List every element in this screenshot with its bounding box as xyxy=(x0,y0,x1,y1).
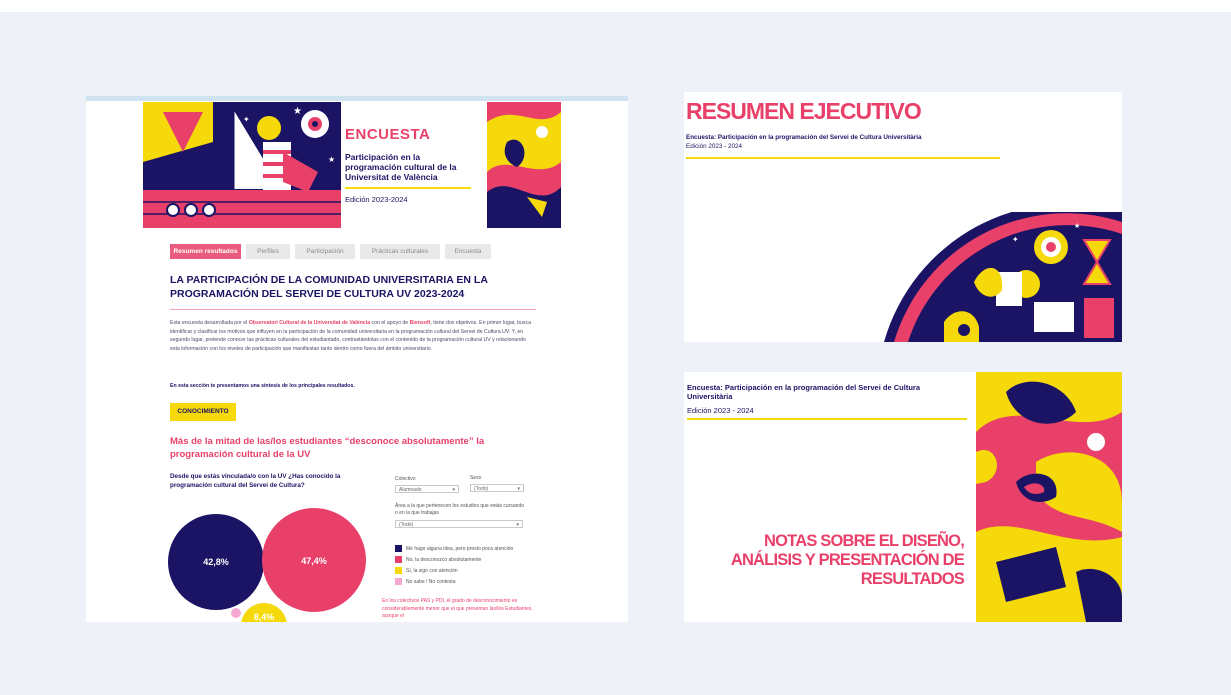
tab-bar: Resumen resultados Perfiles Participació… xyxy=(170,244,491,259)
hero-subtitle: Participación en la programación cultura… xyxy=(345,152,457,182)
intro-link-observatori[interactable]: Observatori Cultural de la Universitat d… xyxy=(249,320,370,326)
tab-perfiles[interactable]: Perfiles xyxy=(246,244,290,259)
svg-text:✦: ✦ xyxy=(1012,235,1019,244)
filter-sex-select[interactable]: (Todo) ▾ xyxy=(470,484,524,492)
legend-label: Sí, la sigo con atención xyxy=(406,567,458,574)
filter-collective-select[interactable]: Alumnado ▾ xyxy=(395,485,459,493)
chevron-down-icon: ▾ xyxy=(452,487,455,493)
section-badge: CONOCIMIENTO xyxy=(170,403,236,421)
filter-sex-label: Sexo xyxy=(470,475,482,481)
chevron-down-icon: ▾ xyxy=(516,522,519,528)
finding-headline: Más de la mitad de las/los estudiantes “… xyxy=(170,436,485,460)
slide-resumen-ejecutivo[interactable]: RESUMEN EJECUTIVO Encuesta: Participació… xyxy=(684,92,1122,342)
dashboard-topbar xyxy=(86,96,628,101)
hero-edition: Edición 2023-2024 xyxy=(345,195,408,204)
hero-divider xyxy=(345,187,471,189)
hero-title: ENCUESTA xyxy=(345,126,431,143)
svg-text:★: ★ xyxy=(293,106,302,117)
slide2-illustration xyxy=(976,372,1122,622)
hero-illustration-pattern xyxy=(487,102,561,228)
tab-practicas-culturales[interactable]: Prácticas culturales xyxy=(360,244,440,259)
slide2-edition: Edición 2023 - 2024 xyxy=(687,406,754,415)
main-title: LA PARTICIPACIÓN DE LA COMUNIDAD UNIVERS… xyxy=(170,274,488,300)
svg-text:★: ★ xyxy=(328,155,335,164)
slide2-divider xyxy=(687,418,967,420)
tab-encuesta[interactable]: Encuesta xyxy=(445,244,491,259)
tab-participacion[interactable]: Participación xyxy=(295,244,355,259)
legend-label: No sabe / No contesta xyxy=(406,578,456,585)
hero-illustration-ship: ★ ✦ ★ xyxy=(143,102,341,228)
filter-sex-value: (Todo) xyxy=(474,486,489,492)
legend-label: Me hago alguna idea, pero presto poca at… xyxy=(406,545,514,552)
slide2-title: NOTAS SOBRE EL DISEÑO, ANÁLISIS Y PRESEN… xyxy=(730,532,965,588)
bubble-label: 47,4% xyxy=(301,556,327,566)
tab-resumen-resultados[interactable]: Resumen resultados xyxy=(170,244,241,259)
slide1-illustration: ✦ ★ xyxy=(884,212,1122,342)
bubble-no-sabe[interactable] xyxy=(231,608,241,618)
dashboard-card: ★ ✦ ★ ENCUESTA Participación en la progr… xyxy=(86,96,628,622)
slide-notas-diseno[interactable]: Encuesta: Participación en la programaci… xyxy=(684,372,1122,622)
legend-swatch xyxy=(395,578,402,585)
svg-text:★: ★ xyxy=(1074,222,1080,230)
intro-link-biensoft[interactable]: Biensoft xyxy=(410,320,431,326)
title-divider xyxy=(170,309,536,310)
slide1-subtitle: Encuesta: Participación en la programaci… xyxy=(686,134,922,141)
chevron-down-icon: ▾ xyxy=(517,486,520,492)
legend-swatch xyxy=(395,556,402,563)
legend-item[interactable]: No, la desconozco absolutamente xyxy=(395,554,513,565)
legend-item[interactable]: Sí, la sigo con atención xyxy=(395,565,513,576)
chart-legend: Me hago alguna idea, pero presto poca at… xyxy=(395,543,513,587)
svg-text:✦: ✦ xyxy=(243,115,250,124)
intro-text-1: Esta encuesta desarrollada por el xyxy=(170,320,249,326)
intro-paragraph: Esta encuesta desarrollada por el Observ… xyxy=(170,319,532,353)
legend-label: No, la desconozco absolutamente xyxy=(406,556,482,563)
bubble-chart: 42,8% 47,4% 8,4% xyxy=(168,508,366,622)
filter-area-value: (Todo) xyxy=(399,522,414,528)
legend-item[interactable]: Me hago alguna idea, pero presto poca at… xyxy=(395,543,513,554)
filter-collective-value: Alumnado xyxy=(399,487,422,493)
legend-swatch xyxy=(395,567,402,574)
slide1-title: RESUMEN EJECUTIVO xyxy=(686,98,922,124)
filter-collective-label: Colectivo xyxy=(395,476,416,482)
filter-area-label: Área a la que pertenecen los estudios qu… xyxy=(395,503,524,516)
slide1-divider xyxy=(686,157,1000,159)
chart-footnote: En los colectivos PAS y PDI, el grado de… xyxy=(382,598,533,619)
legend-swatch xyxy=(395,545,402,552)
legend-item[interactable]: No sabe / No contesta xyxy=(395,576,513,587)
bubble-label: 8,4% xyxy=(254,612,275,622)
summary-note: En esta sección te presentamos una sínte… xyxy=(170,383,355,389)
filter-area-select[interactable]: (Todo) ▾ xyxy=(395,520,523,528)
intro-text-2: con el apoyo de xyxy=(370,320,410,326)
top-strip xyxy=(0,0,1231,12)
slide2-subtitle: Encuesta: Participación en la programaci… xyxy=(687,383,920,401)
survey-question: Desde que estás vinculada/o con la UV ¿H… xyxy=(170,473,341,489)
bubble-label: 42,8% xyxy=(203,557,229,567)
slide1-edition: Edición 2023 - 2024 xyxy=(686,143,743,150)
